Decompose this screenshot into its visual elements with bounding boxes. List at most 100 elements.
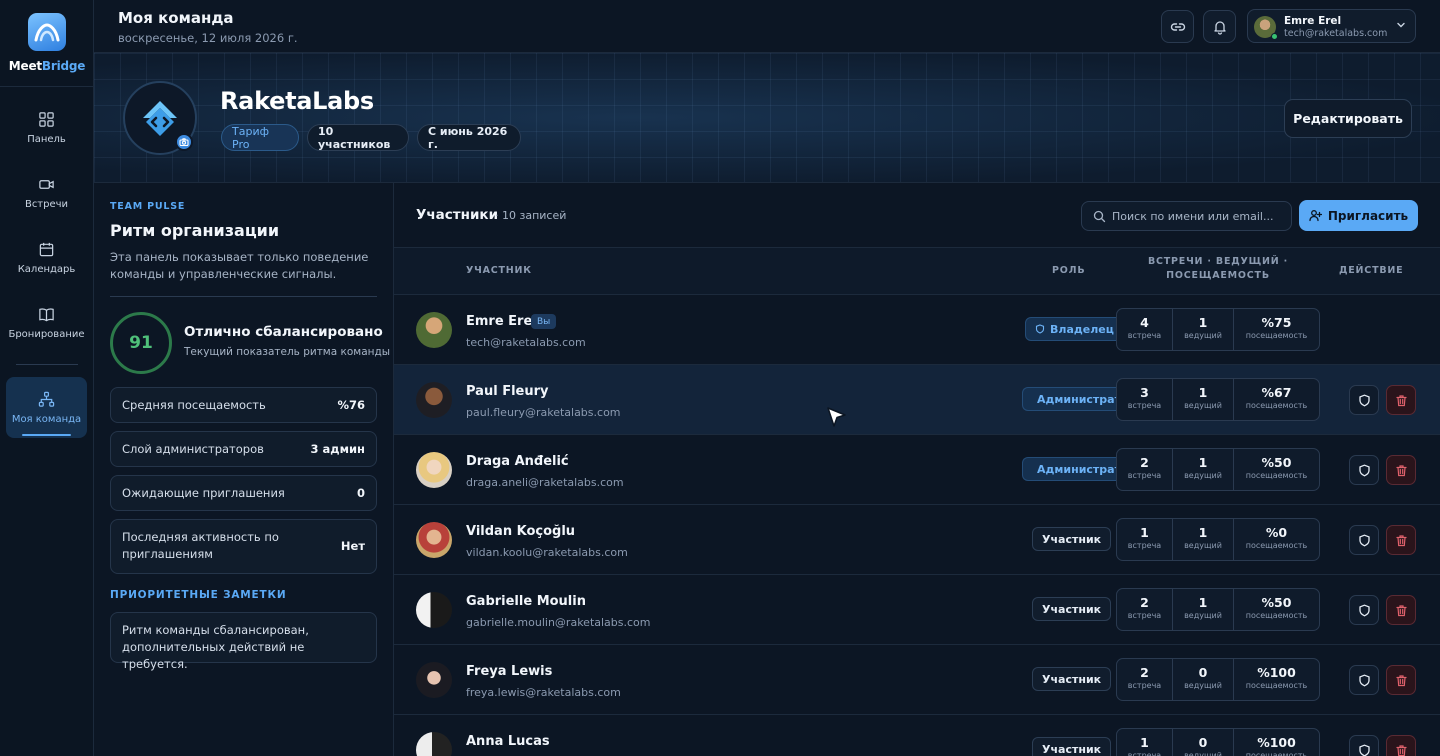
plan-badge: Тариф Pro [221, 124, 299, 151]
change-logo-button[interactable] [175, 133, 193, 151]
remove-member-button[interactable] [1386, 455, 1416, 485]
copy-link-button[interactable] [1161, 10, 1194, 43]
role-badge[interactable]: Участник [1032, 737, 1112, 756]
nav-item-my-team[interactable]: Моя команда [6, 377, 87, 438]
user-menu[interactable]: Emre Erel tech@raketalabs.com [1247, 9, 1416, 43]
member-name: Vildan Koçoğlu [466, 524, 576, 539]
stat-label: Слой администраторов [122, 442, 264, 456]
nav-label: Встречи [24, 199, 69, 210]
role-badge[interactable]: Участник [1032, 597, 1112, 621]
avatar [416, 732, 452, 756]
member-name: Gabrielle Moulin [466, 594, 586, 609]
avatar [416, 522, 452, 558]
avatar [416, 312, 452, 348]
members-title: Участники [416, 207, 499, 223]
trash-icon [1395, 674, 1407, 686]
search-box[interactable] [1081, 201, 1292, 231]
team-banner: RaketaLabs Тариф Pro 10 участников С июн… [94, 53, 1440, 183]
change-role-button[interactable] [1349, 665, 1379, 695]
member-email: gabrielle.moulin@raketalabs.com [466, 616, 651, 629]
avatar [416, 662, 452, 698]
panel-title: Ритм организации [110, 221, 280, 240]
role-badge: Владелец [1025, 317, 1124, 341]
top-bar: Моя команда воскресенье, 12 июля 2026 г.… [94, 0, 1440, 53]
member-email: paul.fleury@raketalabs.com [466, 406, 621, 419]
table-row[interactable]: Gabrielle Moulin gabrielle.moulin@raketa… [394, 575, 1440, 645]
nav-item-booking[interactable]: Бронирование [6, 294, 87, 352]
page-title: Моя команда [118, 9, 234, 27]
table-header: УЧАСТНИК РОЛЬ ВСТРЕЧИ · ВЕДУЩИЙ · ПОСЕЩА… [394, 247, 1440, 295]
host-metric: 0 ведущий [1184, 735, 1222, 756]
nav-item-dashboard[interactable]: Панель [6, 99, 87, 157]
calendar-icon [39, 242, 54, 257]
trash-icon [1395, 534, 1407, 546]
attendance-metric: %67 посещаемость [1245, 385, 1308, 410]
table-row[interactable]: Anna Lucas Участник 1 встреча 0 ведущий %1… [394, 715, 1440, 756]
stat-card: Слой администраторов 3 админ [110, 431, 377, 467]
nav-item-meetings[interactable]: Встречи [6, 164, 87, 222]
shield-icon [1358, 674, 1370, 687]
sidebar: MeetBridge Панель Встречи Календарь Брон… [0, 0, 94, 756]
notifications-button[interactable] [1203, 10, 1236, 43]
table-row[interactable]: Vildan Koçoğlu vildan.koolu@raketalabs.c… [394, 505, 1440, 575]
stat-card: Ожидающие приглашения 0 [110, 475, 377, 511]
shield-icon [1358, 604, 1370, 617]
nav-label: Календарь [17, 264, 76, 275]
change-role-button[interactable] [1349, 735, 1379, 756]
app-logo[interactable] [28, 13, 66, 51]
bridge-logo-icon [34, 23, 60, 42]
table-row[interactable]: Freya Lewis freya.lewis@raketalabs.com У… [394, 645, 1440, 715]
link-icon [1170, 22, 1185, 31]
score-subtitle: Текущий показатель ритма команды [184, 346, 391, 358]
shield-icon [1358, 394, 1370, 407]
change-role-button[interactable] [1349, 455, 1379, 485]
change-role-button[interactable] [1349, 595, 1379, 625]
remove-member-button[interactable] [1386, 385, 1416, 415]
member-name: Draga Anđelić [466, 454, 569, 469]
shield-icon [1035, 324, 1045, 334]
members-count: · 10 записей [495, 209, 567, 222]
remove-member-button[interactable] [1386, 525, 1416, 555]
remove-member-button[interactable] [1386, 595, 1416, 625]
remove-member-button[interactable] [1386, 735, 1416, 756]
user-email: tech@raketalabs.com [1284, 28, 1388, 39]
brand-name: MeetBridge [8, 59, 86, 73]
nav-label: Моя команда [11, 413, 82, 425]
role-badge[interactable]: Участник [1032, 667, 1112, 691]
invite-button[interactable]: Пригласить [1299, 200, 1418, 231]
remove-member-button[interactable] [1386, 665, 1416, 695]
role-badge[interactable]: Администратор [1022, 457, 1116, 481]
bell-icon [1213, 20, 1226, 35]
role-badge[interactable]: Участник [1032, 527, 1112, 551]
shield-icon [1358, 534, 1370, 547]
panel-kicker: TEAM PULSE [110, 201, 186, 212]
member-metrics: 3 встреча 1 ведущий %67 посещаемость [1116, 378, 1320, 421]
chevron-down-icon [1397, 22, 1405, 28]
attendance-metric: %100 посещаемость [1245, 665, 1308, 690]
priority-note: Ритм команды сбалансирован, дополнительн… [110, 612, 377, 671]
nav-label: Бронирование [8, 329, 85, 340]
nav-label: Панель [27, 134, 66, 145]
notes-kicker: ПРИОРИТЕТНЫЕ ЗАМЕТКИ [110, 589, 287, 601]
column-header-action: ДЕЙСТВИЕ [1339, 265, 1404, 276]
member-email: tech@raketalabs.com [466, 336, 586, 349]
table-row[interactable]: Paul Fleury paul.fleury@raketalabs.com А… [394, 365, 1440, 435]
search-input[interactable] [1112, 202, 1287, 230]
team-icon [38, 391, 55, 407]
stat-value: Нет [340, 539, 365, 553]
change-role-button[interactable] [1349, 385, 1379, 415]
nav-item-calendar[interactable]: Календарь [6, 229, 87, 287]
role-badge[interactable]: Администратор [1022, 387, 1116, 411]
meetings-metric: 1 встреча [1127, 735, 1162, 756]
table-row[interactable]: Draga Anđelić draga.aneli@raketalabs.com… [394, 435, 1440, 505]
table-row[interactable]: Emre Erel Вы tech@raketalabs.com Владеле… [394, 295, 1440, 365]
invite-label: Пригласить [1327, 208, 1409, 223]
edit-team-button[interactable]: Редактировать [1284, 99, 1412, 138]
change-role-button[interactable] [1349, 525, 1379, 555]
member-metrics: 1 встреча 0 ведущий %100 посещаемость [1116, 728, 1320, 756]
score-title: Отлично сбалансировано [184, 324, 383, 340]
grid-icon [39, 112, 54, 127]
book-icon [39, 308, 54, 322]
stat-value: 3 админ [310, 442, 365, 456]
user-plus-icon [1309, 210, 1322, 222]
